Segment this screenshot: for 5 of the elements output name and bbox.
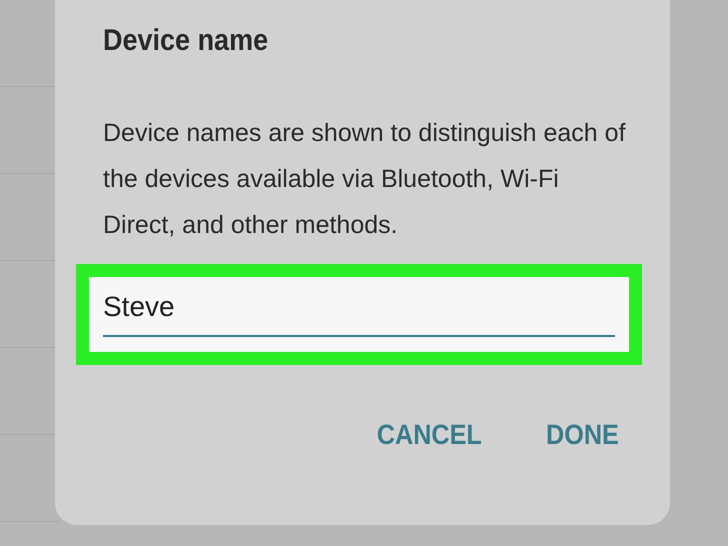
- dialog-button[interactable]: DONE: [544, 415, 621, 455]
- dialog-message: Device names are shown to distinguish each of the devices available via Bluetooth, Wi-Fi Direct, and other methods.: [103, 118, 627, 241]
- name-field[interactable]: Steve: [89, 277, 629, 352]
- dialog-title: Device name: [103, 24, 270, 58]
- dialog-button[interactable]: CANCEL: [375, 415, 484, 455]
